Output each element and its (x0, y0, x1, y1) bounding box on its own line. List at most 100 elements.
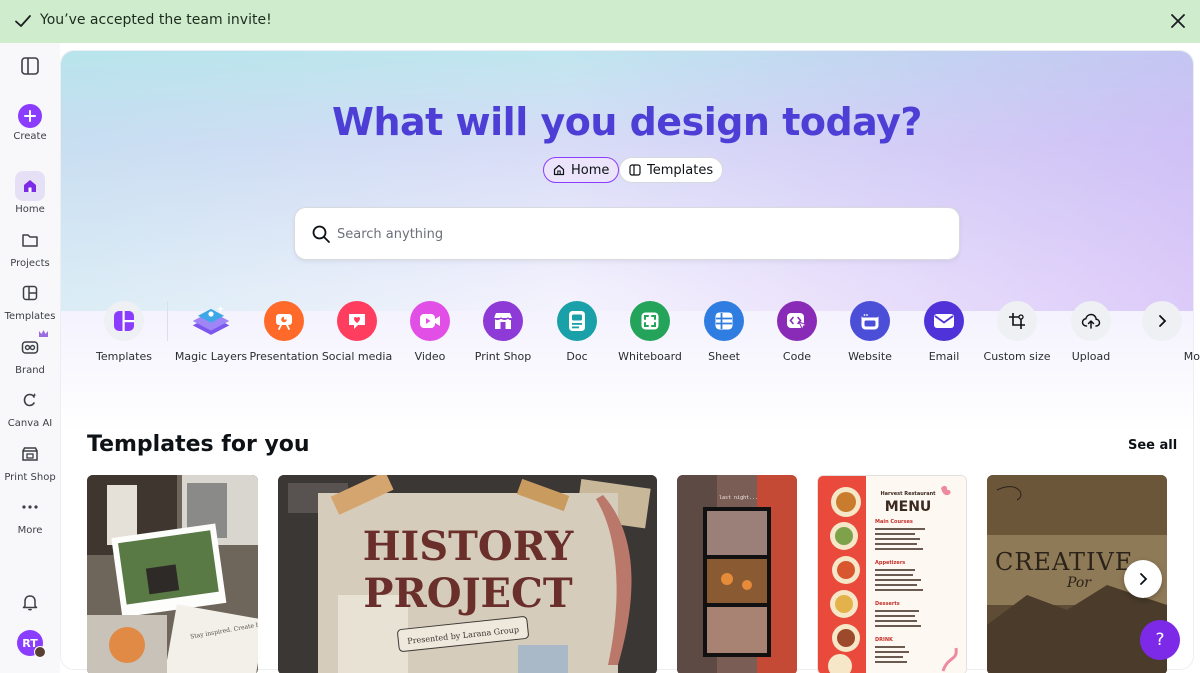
category-magic-layers[interactable]: Magic Layers (171, 301, 251, 363)
tab-label: Home (571, 162, 610, 178)
category-label: Code (782, 350, 812, 363)
question-mark-icon: ? (1155, 630, 1165, 650)
category-custom-size[interactable]: Custom size (977, 301, 1057, 363)
category-label: Magic Layers (174, 350, 248, 363)
menu-thumbnail: Harvest Restaurant MENU Main Courses App… (818, 476, 966, 673)
category-templates[interactable]: Templates (84, 301, 164, 363)
folder-icon (15, 225, 45, 255)
close-banner-button[interactable] (1167, 10, 1189, 32)
email-icon (924, 301, 964, 341)
crown-icon (39, 330, 48, 337)
avatar[interactable]: RT (17, 630, 46, 658)
category-label: Social media (321, 350, 393, 363)
card-title-2: PROJECT (363, 570, 572, 617)
category-presentation[interactable]: Presentation (244, 301, 324, 363)
sidebar-item-projects[interactable]: Projects (0, 225, 60, 269)
home-icon (553, 164, 565, 176)
video-icon (410, 301, 450, 341)
menu-section: Appetizers (875, 560, 905, 566)
search-input[interactable] (337, 223, 937, 245)
whiteboard-icon (630, 301, 670, 341)
sidebar-item-label: Create (13, 131, 47, 142)
sidebar-item-label: Projects (10, 258, 50, 269)
category-label: Print Shop (474, 350, 532, 363)
category-label: Doc (566, 350, 588, 363)
category-upload[interactable]: Upload (1051, 301, 1131, 363)
menu-title: MENU (885, 499, 932, 515)
category-video[interactable]: Video (390, 301, 470, 363)
presentation-icon (264, 301, 304, 341)
sidebar-item-label: Print Shop (4, 472, 56, 483)
website-icon (850, 301, 890, 341)
template-card-photo-strip[interactable]: last night... (677, 475, 797, 673)
help-button[interactable]: ? (1140, 620, 1180, 660)
sidebar-item-canva-ai[interactable]: Canva AI (0, 385, 60, 429)
heart-icon (337, 301, 377, 341)
card-title: CREATIVE (995, 548, 1133, 576)
sidebar-item-brand[interactable]: Brand (0, 330, 60, 376)
category-whiteboard[interactable]: Whiteboard (610, 301, 690, 363)
category-label: Whiteboard (618, 350, 682, 363)
sidebar-item-label: Home (15, 204, 45, 215)
template-card-history-project[interactable]: HISTORY PROJECT Presented by Larana Grou… (278, 475, 657, 673)
category-doc[interactable]: Doc (537, 301, 617, 363)
menu-section: Desserts (875, 601, 900, 607)
menu-section: DRINK (875, 637, 894, 643)
template-card-menu[interactable]: Harvest Restaurant MENU Main Courses App… (817, 475, 967, 673)
notifications-button[interactable] (0, 587, 60, 617)
sidebar-item-print-shop[interactable]: Print Shop (0, 439, 60, 483)
category-email[interactable]: Email (904, 301, 984, 363)
category-label: Mo (1183, 350, 1200, 363)
category-website[interactable]: Website (830, 301, 910, 363)
canva-ai-icon (15, 385, 45, 415)
print-shop-icon (15, 439, 45, 469)
section-title: Templates for you (87, 432, 310, 457)
notification-banner: You’ve accepted the team invite! (0, 0, 1200, 43)
close-icon (1171, 14, 1185, 28)
sidebar: Create Home Projects Templates Brand Can… (0, 43, 60, 673)
doc-icon (557, 301, 597, 341)
menu-section: Main Courses (875, 519, 913, 525)
templates-icon (104, 301, 144, 341)
sidebar-item-more[interactable]: More (0, 492, 60, 536)
magic-layers-icon (191, 301, 231, 341)
tab-templates[interactable]: Templates (619, 157, 724, 183)
upload-cloud-icon (1071, 301, 1111, 341)
sidebar-item-label: Brand (15, 365, 45, 376)
chevron-right-icon (1142, 301, 1182, 341)
see-all-link[interactable]: See all (1128, 438, 1177, 453)
plus-icon (18, 104, 42, 128)
shop-icon (483, 301, 523, 341)
category-sheet[interactable]: Sheet (684, 301, 764, 363)
search-bar[interactable] (294, 207, 960, 260)
sidebar-toggle-icon[interactable] (19, 55, 41, 77)
category-label: Website (848, 350, 892, 363)
category-label: Custom size (983, 350, 1051, 363)
category-label: Templates (96, 350, 152, 363)
category-code[interactable]: Code (757, 301, 837, 363)
card-subtitle: Por (1066, 575, 1092, 591)
category-more[interactable]: Mo (1124, 301, 1200, 363)
card-caption: last night... (719, 495, 758, 501)
sidebar-item-create[interactable]: Create (0, 104, 60, 142)
code-icon (777, 301, 817, 341)
team-avatar-badge (34, 646, 46, 658)
page-title: What will you design today? (332, 100, 922, 144)
template-card-photo-collage[interactable]: Stay inspired. Create boldly. Move with … (87, 475, 258, 673)
category-label: Email (928, 350, 960, 363)
carousel-next-button[interactable] (1124, 560, 1162, 598)
chevron-right-icon (1140, 573, 1148, 585)
card-title: HISTORY (363, 523, 574, 570)
category-label: Video (414, 350, 446, 363)
tab-home[interactable]: Home (543, 157, 620, 183)
sidebar-item-templates[interactable]: Templates (0, 278, 60, 322)
category-social-media[interactable]: Social media (317, 301, 397, 363)
category-label: Presentation (249, 350, 319, 363)
category-label: Sheet (708, 350, 740, 363)
category-divider (167, 301, 168, 341)
custom-size-icon (997, 301, 1037, 341)
sidebar-item-home[interactable]: Home (0, 171, 60, 215)
bell-icon (15, 587, 45, 617)
sidebar-item-label: Canva AI (7, 418, 53, 429)
category-print-shop[interactable]: Print Shop (463, 301, 543, 363)
